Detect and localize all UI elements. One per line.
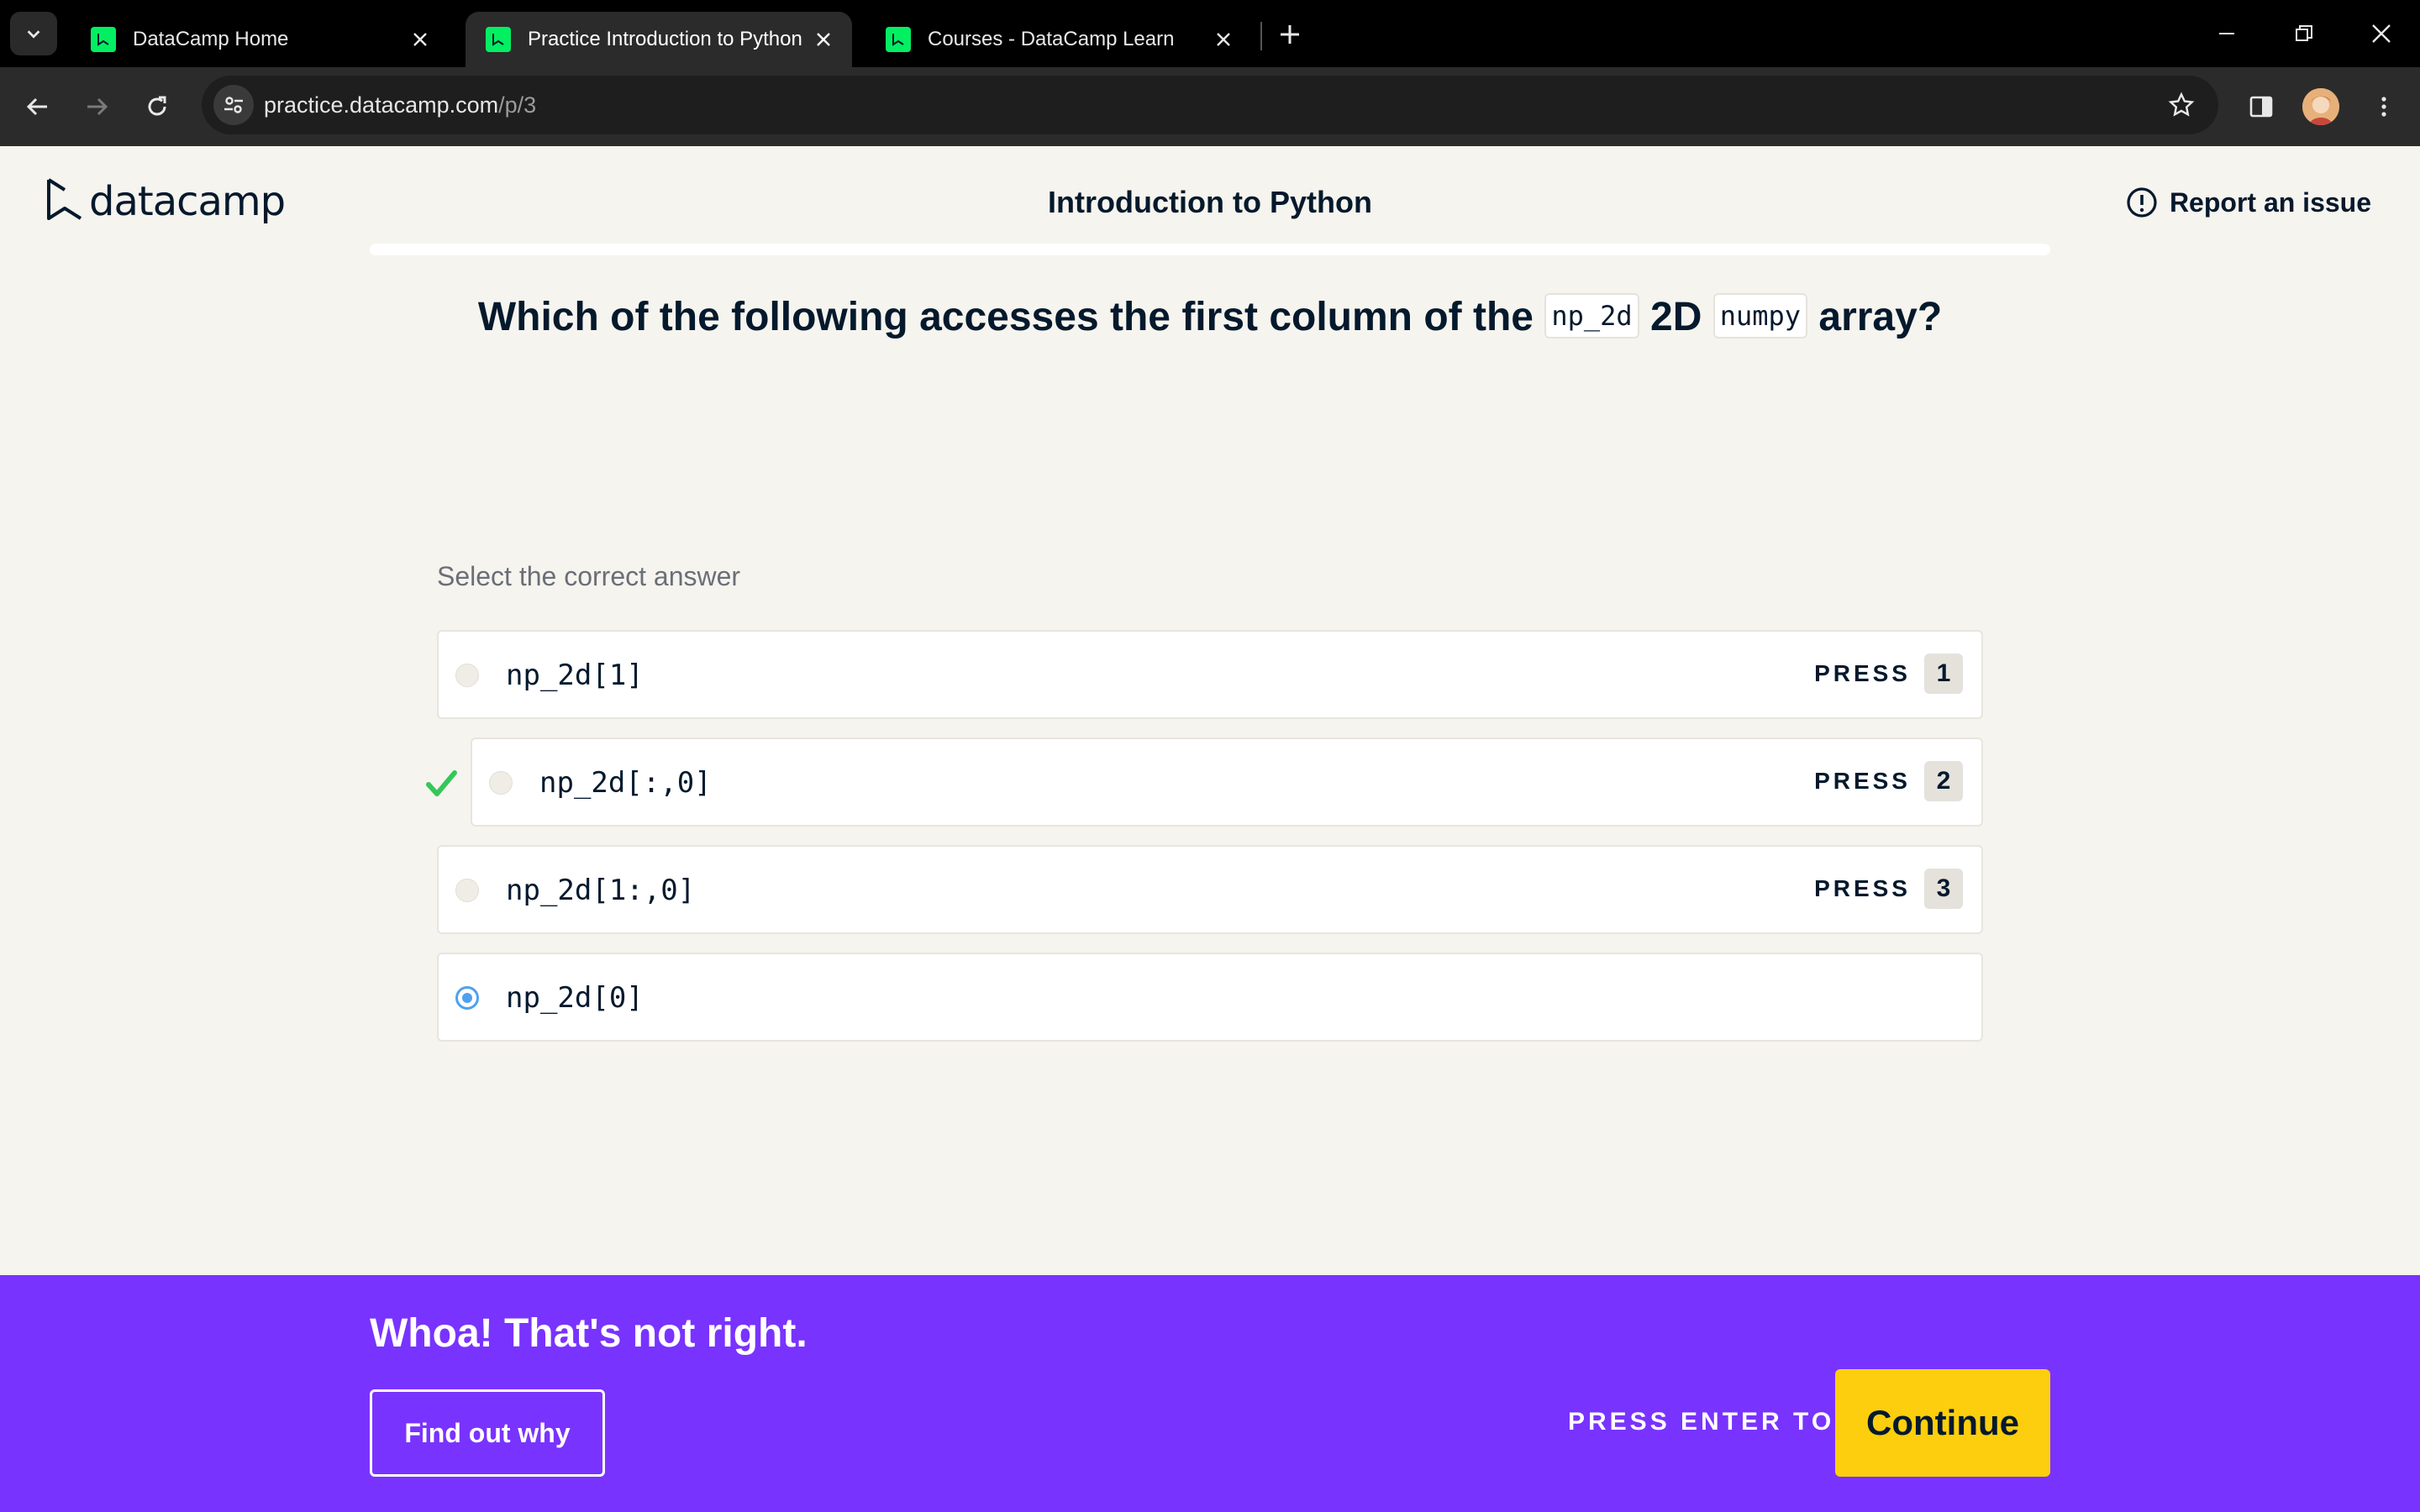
course-title: Introduction to Python — [1048, 185, 1372, 219]
close-tab-icon[interactable] — [405, 24, 435, 55]
url-path: /p/3 — [498, 92, 537, 118]
restore-icon — [2296, 25, 2312, 41]
tab-title: Practice Introduction to Python — [528, 28, 802, 50]
question-text: Which of the following accesses the firs… — [0, 293, 2420, 340]
radio-button[interactable] — [489, 771, 513, 795]
progress-bar — [370, 244, 2050, 255]
press-enter-hint: PRESS ENTER TO — [1568, 1408, 1835, 1436]
key-badge: 3 — [1924, 869, 1963, 909]
browser-tab-bar: DataCamp Home Practice Introduction to P… — [0, 0, 2420, 67]
browser-toolbar: practice.datacamp.com/p/3 — [0, 67, 2420, 146]
keyboard-hint: PRESS 2 — [1814, 761, 1963, 801]
tab-courses-datacamp-learn[interactable]: Courses - DataCamp Learn — [865, 12, 1252, 67]
key-badge: 2 — [1924, 761, 1963, 801]
tab-datacamp-home[interactable]: DataCamp Home — [71, 12, 449, 67]
datacamp-favicon-icon — [486, 27, 511, 52]
press-label: PRESS — [1814, 875, 1911, 901]
site-info-button[interactable] — [213, 85, 254, 125]
chrome-menu-button[interactable] — [2363, 86, 2405, 128]
close-tab-icon[interactable] — [808, 24, 839, 55]
option-label: np_2d[1:,0] — [506, 874, 696, 907]
report-issue-button[interactable]: Report an issue — [2126, 186, 2371, 218]
tab-search-button[interactable] — [10, 12, 57, 55]
correct-check-icon — [426, 770, 457, 796]
radio-button[interactable] — [455, 664, 479, 687]
forward-button[interactable] — [76, 86, 118, 128]
more-vert-icon — [2381, 97, 2386, 117]
star-icon — [2168, 92, 2195, 117]
radio-button[interactable] — [455, 879, 479, 902]
url-text: practice.datacamp.com/p/3 — [264, 92, 536, 118]
answer-option-3[interactable]: np_2d[1:,0] PRESS 3 — [437, 845, 1983, 934]
minimize-icon — [2219, 33, 2234, 34]
side-panel-icon — [2249, 96, 2273, 118]
option-label: np_2d[1] — [506, 659, 644, 692]
radio-button-selected[interactable] — [455, 986, 479, 1010]
address-bar[interactable]: practice.datacamp.com/p/3 — [202, 76, 2218, 134]
tab-title: DataCamp Home — [133, 28, 289, 50]
find-out-why-button[interactable]: Find out why — [370, 1389, 605, 1477]
minimize-button[interactable] — [2202, 12, 2252, 55]
question-code: np_2d — [1544, 293, 1639, 339]
close-window-button[interactable] — [2356, 12, 2407, 55]
option-label: np_2d[:,0] — [539, 766, 712, 800]
answer-option-4[interactable]: np_2d[0] — [437, 953, 1983, 1042]
alert-circle-icon — [2127, 187, 2157, 218]
continue-button[interactable]: Continue — [1835, 1369, 2050, 1477]
question-code: numpy — [1712, 293, 1808, 339]
question-part: array? — [1818, 295, 1943, 339]
instruction-text: Select the correct answer — [437, 561, 741, 591]
close-icon — [2372, 24, 2391, 43]
key-badge: 1 — [1924, 654, 1963, 694]
avatar-icon — [2302, 88, 2339, 125]
answer-option-1[interactable]: np_2d[1] PRESS 1 — [437, 630, 1983, 719]
tune-icon — [224, 97, 243, 113]
plus-icon — [1281, 25, 1299, 44]
url-host: practice.datacamp.com — [264, 92, 499, 118]
restore-button[interactable] — [2279, 12, 2329, 55]
feedback-banner: Whoa! That's not right. Find out why PRE… — [0, 1275, 2420, 1512]
datacamp-favicon-icon — [886, 27, 911, 52]
keyboard-hint: PRESS 3 — [1814, 869, 1963, 909]
press-label: PRESS — [1814, 660, 1911, 686]
bookmark-star-button[interactable] — [2163, 87, 2200, 123]
press-label: PRESS — [1814, 768, 1911, 794]
datacamp-favicon-icon — [91, 27, 116, 52]
question-part: 2D — [1650, 295, 1702, 339]
option-label: np_2d[0] — [506, 981, 644, 1015]
answer-option-2[interactable]: np_2d[:,0] PRESS 2 — [471, 738, 1983, 827]
arrow-right-icon — [87, 97, 108, 116]
question-part: Which of the following accesses the firs… — [477, 295, 1534, 339]
keyboard-hint: PRESS 1 — [1814, 654, 1963, 694]
close-tab-icon[interactable] — [1208, 24, 1239, 55]
tab-separator — [1260, 22, 1262, 50]
side-panel-button[interactable] — [2240, 86, 2282, 128]
tab-title: Courses - DataCamp Learn — [928, 28, 1175, 50]
feedback-message: Whoa! That's not right. — [370, 1311, 808, 1356]
tab-practice-intro-python[interactable]: Practice Introduction to Python — [466, 12, 852, 67]
report-issue-label: Report an issue — [2169, 186, 2371, 218]
reload-icon — [148, 96, 166, 116]
back-button[interactable] — [17, 86, 59, 128]
new-tab-button[interactable] — [1272, 17, 1307, 52]
reload-button[interactable] — [136, 86, 178, 128]
chevron-down-icon — [27, 30, 40, 39]
profile-avatar[interactable] — [2302, 88, 2339, 125]
arrow-left-icon — [26, 97, 47, 116]
